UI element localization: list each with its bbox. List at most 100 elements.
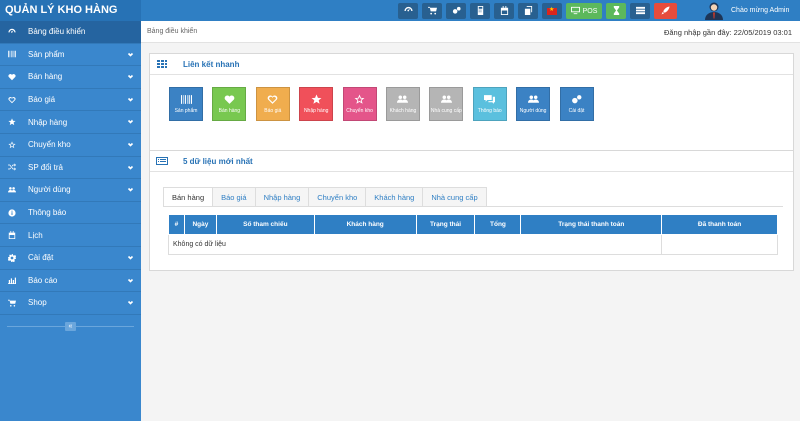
chevron-down-icon (127, 51, 134, 58)
quick-link-0[interactable]: Sản phẩm (169, 87, 203, 121)
quick-link-1[interactable]: Bán hàng (212, 87, 247, 121)
chevron-down-icon (127, 299, 134, 306)
column-header[interactable]: Trạng thái thanh toán (520, 214, 663, 235)
tab-0[interactable]: Bán hàng (163, 187, 214, 206)
sidebar-item-label: Nhập hàng (28, 117, 68, 127)
tab-5[interactable]: Nhà cung cấp (422, 187, 487, 206)
quick-link-4[interactable]: Chuyển kho (342, 87, 377, 121)
rocket-icon (661, 5, 670, 17)
column-header[interactable]: Ngày (183, 214, 217, 235)
sidebar-item-label: Sản phẩm (28, 49, 65, 59)
cart-button[interactable] (422, 3, 442, 19)
cogs-icon (572, 95, 582, 104)
sidebar-item-label: Báo giá (28, 95, 56, 105)
cart-icon (7, 298, 16, 307)
tab-2[interactable]: Nhập hàng (254, 187, 310, 206)
list-button[interactable] (630, 3, 650, 19)
chevron-down-icon (127, 277, 134, 284)
language-button[interactable] (542, 3, 562, 19)
hourglass-button[interactable] (606, 3, 626, 19)
column-header[interactable]: Khách hàng (313, 214, 417, 235)
tab-1[interactable]: Báo giá (212, 187, 256, 206)
sidebar-item-label: Người dùng (28, 185, 71, 195)
quick-links-grid: Sản phẩm Bán hàng Báo giá Nhập hàng Chuyển k… (169, 87, 603, 121)
quick-link-2[interactable]: Báo giá (255, 87, 290, 121)
clipboard-button[interactable] (518, 3, 538, 19)
users-icon (397, 95, 409, 103)
sidebar-item-11[interactable]: Báo cáo (0, 270, 141, 293)
quick-link-label: Bán hàng (218, 108, 241, 114)
quick-link-label: Thông báo (477, 108, 502, 114)
star-outline-icon (7, 140, 16, 149)
column-header[interactable]: Trạng thái (415, 214, 476, 235)
quick-link-5[interactable]: Khách hàng (385, 87, 420, 121)
tab-3[interactable]: Chuyển kho (308, 187, 367, 206)
sidebar-item-1[interactable]: Sản phẩm (0, 44, 141, 67)
users-icon (440, 95, 452, 103)
sidebar-item-label: Báo cáo (28, 275, 58, 285)
quick-link-label: Cài đặt (568, 108, 585, 114)
sidebar-item-label: Thông báo (28, 208, 67, 218)
breadcrumb[interactable]: Bảng điều khiển (147, 28, 197, 35)
app-title[interactable]: QUẢN LÝ KHO HÀNG (0, 0, 141, 21)
quick-link-6[interactable]: Nhà cung cấp (429, 87, 464, 121)
latest-data-tabs: Bán hàng Báo giá Nhập hàng Chuyển kho Khách … (163, 187, 487, 206)
calendar-icon (7, 231, 16, 240)
top-actions: POS (398, 3, 681, 19)
latest-data-panel: 5 dữ liệu mới nhất Bán hàng Báo giá Nhập h… (149, 150, 794, 271)
quick-link-8[interactable]: Người dùng (516, 87, 551, 121)
calculator-button[interactable] (470, 3, 490, 19)
pos-label: POS (582, 7, 598, 15)
sidebar-item-5[interactable]: Chuyển kho (0, 134, 141, 157)
table-header-row: # Ngày Số tham chiếu Khách hàng Trạng thái Tổ… (168, 214, 778, 235)
calculator-icon (476, 5, 485, 17)
grid-icon (156, 58, 168, 70)
cog-icon (7, 253, 16, 262)
calendar-button[interactable] (494, 3, 514, 19)
chevron-down-icon (127, 96, 134, 103)
settings-button[interactable] (446, 3, 466, 19)
star-icon (311, 94, 322, 104)
column-header[interactable]: Số tham chiếu (215, 214, 315, 235)
info-icon (7, 208, 16, 217)
sidebar-item-10[interactable]: Cài đặt (0, 247, 141, 270)
quick-link-3[interactable]: Nhập hàng (299, 87, 334, 121)
sidebar-item-2[interactable]: Bán hàng (0, 66, 141, 89)
empty-message: Không có dữ liệu (167, 234, 663, 255)
quick-link-label: Chuyển kho (346, 108, 373, 114)
quick-links-title: Liên kết nhanh (183, 59, 240, 69)
comments-icon (484, 95, 496, 104)
star-outline-icon (354, 94, 365, 104)
sidebar-item-label: Chuyển kho (28, 140, 71, 150)
pos-button[interactable]: POS (566, 3, 602, 19)
quick-link-7[interactable]: Thông báo (472, 87, 507, 121)
column-header[interactable]: Tổng (474, 214, 522, 235)
column-header[interactable]: # (168, 214, 185, 235)
dashboard-button[interactable] (398, 3, 418, 19)
cart-icon (427, 6, 437, 17)
sidebar-item-12[interactable]: Shop (0, 292, 141, 315)
collapse-sidebar-button[interactable]: « (65, 322, 76, 331)
avatar (705, 2, 723, 20)
latest-data-title: 5 dữ liệu mới nhất (183, 156, 253, 166)
sidebar-item-6[interactable]: SP đổi trả (0, 157, 141, 180)
sidebar-item-8[interactable]: Thông báo (0, 202, 141, 225)
alerts-button[interactable] (654, 3, 677, 19)
sidebar-item-9[interactable]: Lịch (0, 224, 141, 247)
user-menu[interactable]: Chào mừng Admin (705, 0, 789, 21)
heart-outline-icon (267, 95, 278, 104)
quick-link-9[interactable]: Cài đặt (559, 87, 594, 121)
table-row: Không có dữ liệu (167, 234, 778, 255)
sidebar-item-4[interactable]: Nhập hàng (0, 111, 141, 134)
barcode-icon (180, 95, 192, 104)
tab-4[interactable]: Khách hàng (365, 187, 424, 206)
sidebar-item-0[interactable]: Bảng điều khiển (0, 21, 141, 44)
sidebar-item-label: Shop (28, 298, 47, 308)
column-header[interactable]: Đã thanh toán (661, 214, 778, 235)
sidebar-item-label: SP đổi trả (28, 162, 63, 172)
table-cell (661, 234, 778, 255)
last-login-text: Đăng nhập gần đây: 22/05/2019 03:01 (663, 28, 792, 37)
sidebar-item-3[interactable]: Báo giá (0, 89, 141, 112)
sidebar-item-7[interactable]: Người dùng (0, 179, 141, 202)
heart-icon (7, 72, 16, 81)
